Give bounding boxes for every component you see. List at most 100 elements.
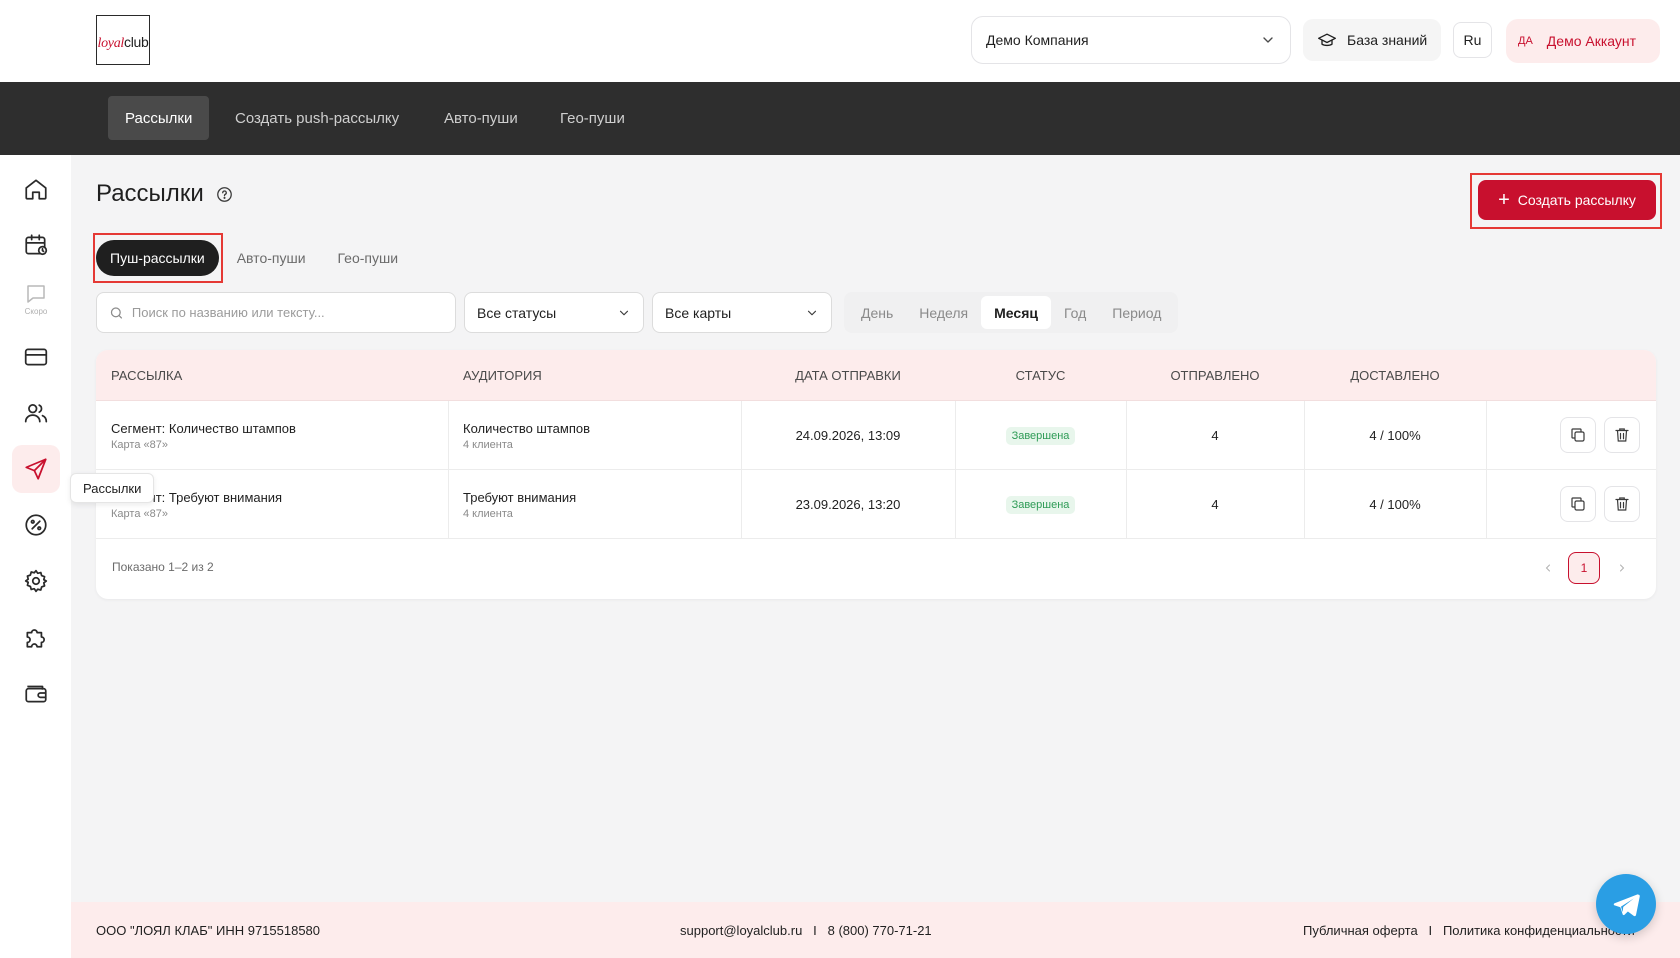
sidebar-item-clients[interactable]: [12, 389, 60, 437]
mailing-name: Сегмент: Количество штампов: [111, 420, 296, 436]
copy-icon: [1571, 428, 1585, 442]
sidebar-item-discounts[interactable]: [12, 501, 60, 549]
send-icon: [25, 458, 47, 480]
search-icon: [110, 306, 123, 319]
nav-item-geo-push[interactable]: Гео-пуши: [543, 96, 642, 140]
sidebar-item-integrations[interactable]: [12, 613, 60, 661]
audience-name: Количество штампов: [463, 420, 591, 436]
period-custom[interactable]: Период: [1099, 296, 1174, 329]
tab-geo-push[interactable]: Гео-пуши: [324, 240, 413, 276]
footer-links[interactable]: Публичная оферта I Политика конфиденциал…: [1303, 923, 1635, 938]
copy-icon: [1571, 497, 1585, 511]
chat-icon: [27, 285, 45, 303]
audience-count: 4 клиента: [463, 438, 513, 451]
sidebar-item-chat: Скоро: [12, 275, 60, 323]
logo-loyal-text: loyal: [97, 36, 125, 51]
delivered-cell: 4 / 100%: [1369, 428, 1421, 443]
help-icon[interactable]: [216, 186, 233, 203]
date-cell: 23.09.2026, 13:20: [795, 497, 901, 512]
footer-company: ООО "ЛОЯЛ КЛАБ" ИНН 9715518580: [96, 922, 321, 938]
chevron-down-icon: [619, 310, 629, 315]
status-cell: Завершена: [955, 401, 1126, 470]
period-week[interactable]: Неделя: [906, 296, 981, 329]
chevron-down-icon: [807, 310, 817, 315]
calendar-icon: [25, 234, 48, 256]
nav-item-auto-push[interactable]: Авто-пуши: [427, 96, 535, 140]
plus-icon: +: [1498, 189, 1510, 211]
status-filter-value: Все статусы: [477, 304, 557, 321]
sidebar-item-cards[interactable]: [12, 333, 60, 381]
column-header-delivered: ДОСТАВЛЕНО: [1350, 368, 1440, 383]
sidebar-item-calendar[interactable]: [12, 221, 60, 269]
create-mailing-button[interactable]: + Создать рассылку: [1478, 180, 1656, 220]
sidebar-item-chat-label: Скоро: [24, 307, 48, 316]
nav-item-create-push[interactable]: Создать push-рассылку: [218, 96, 416, 140]
sidebar-item-home[interactable]: [12, 165, 60, 213]
copy-button[interactable]: [1560, 486, 1596, 522]
mailing-card: Карта «87»: [111, 438, 168, 451]
language-label: Ru: [1463, 32, 1482, 48]
page-title: Рассылки: [96, 180, 233, 208]
column-header-mailing: РАССЫЛКА: [111, 368, 183, 383]
period-month[interactable]: Месяц: [981, 296, 1051, 329]
status-badge: Завершена: [1005, 495, 1076, 514]
column-header-status: СТАТУС: [1015, 368, 1066, 383]
knowledge-base-label: База знаний: [1347, 32, 1428, 48]
knowledge-base-button[interactable]: База знаний: [1303, 19, 1442, 61]
sidebar: Скоро: [0, 155, 71, 958]
company-select-value: Демо Компания: [986, 32, 1089, 48]
mailing-tabs: Пуш-рассылки Авто-пуши Гео-пуши: [96, 240, 412, 276]
search-input[interactable]: [131, 305, 443, 320]
telegram-icon: [1613, 894, 1640, 917]
prev-page-button[interactable]: [1534, 552, 1562, 584]
chevron-left-icon: [1545, 564, 1550, 572]
pagination-summary: Показано 1–2 из 2: [112, 560, 214, 574]
period-switcher: День Неделя Месяц Год Период: [844, 292, 1179, 333]
next-page-button[interactable]: [1608, 552, 1636, 584]
language-button[interactable]: Ru: [1453, 22, 1492, 58]
period-year[interactable]: Год: [1051, 296, 1099, 329]
create-mailing-label: Создать рассылку: [1517, 192, 1636, 208]
users-icon: [24, 404, 48, 423]
sidebar-item-wallet[interactable]: [12, 669, 60, 717]
footer: ООО "ЛОЯЛ КЛАБ" ИНН 9715518580 support@l…: [71, 902, 1680, 958]
copy-button[interactable]: [1560, 417, 1596, 453]
card-icon: [24, 348, 48, 366]
telegram-button[interactable]: [1596, 874, 1656, 934]
delete-button[interactable]: [1604, 486, 1640, 522]
tab-auto-push[interactable]: Авто-пуши: [223, 240, 320, 276]
section-nav: Рассылки Создать push-рассылку Авто-пуши…: [0, 82, 1680, 155]
account-button[interactable]: ДА Демо Аккаунт: [1506, 19, 1660, 63]
page-button-current[interactable]: 1: [1568, 552, 1600, 584]
audience-cell: Требуют внимания 4 клиента: [463, 470, 576, 539]
wallet-icon: [25, 685, 47, 703]
nav-item-mailings[interactable]: Рассылки: [108, 96, 210, 140]
status-filter[interactable]: Все статусы: [464, 292, 644, 333]
logo[interactable]: loyalclub: [96, 15, 150, 65]
period-day[interactable]: День: [848, 296, 906, 329]
company-select[interactable]: Демо Компания: [971, 16, 1291, 64]
search-box: [96, 292, 456, 333]
table-row[interactable]: Сегмент: Количество штампов Карта «87» К…: [96, 401, 1656, 470]
footer-contacts[interactable]: support@loyalclub.ru I 8 (800) 770-71-21: [680, 923, 932, 938]
sidebar-tooltip: Рассылки: [70, 473, 155, 503]
delete-button[interactable]: [1604, 417, 1640, 453]
mailings-table: РАССЫЛКА АУДИТОРИЯ ДАТА ОТПРАВКИ СТАТУС …: [96, 350, 1656, 599]
mailing-cell: Сегмент: Количество штампов Карта «87»: [111, 401, 296, 470]
table-row[interactable]: Сегмент: Требуют внимания Карта «87» Тре…: [96, 470, 1656, 539]
cards-filter-value: Все карты: [665, 304, 732, 321]
cards-filter[interactable]: Все карты: [652, 292, 832, 333]
puzzle-icon: [26, 629, 45, 648]
graduation-cap-icon: [1318, 33, 1336, 47]
trash-icon: [1615, 428, 1629, 442]
tab-push-mailings[interactable]: Пуш-рассылки: [96, 240, 219, 276]
audience-count: 4 клиента: [463, 507, 513, 520]
sidebar-item-settings[interactable]: [12, 557, 60, 605]
delivered-cell: 4 / 100%: [1369, 497, 1421, 512]
audience-name: Требуют внимания: [463, 489, 577, 505]
date-cell: 24.09.2026, 13:09: [795, 428, 901, 443]
sidebar-item-mailings[interactable]: [12, 445, 60, 493]
chevron-right-icon: [1620, 564, 1625, 572]
account-initials: ДА: [1518, 35, 1533, 47]
column-header-audience: АУДИТОРИЯ: [463, 368, 542, 383]
